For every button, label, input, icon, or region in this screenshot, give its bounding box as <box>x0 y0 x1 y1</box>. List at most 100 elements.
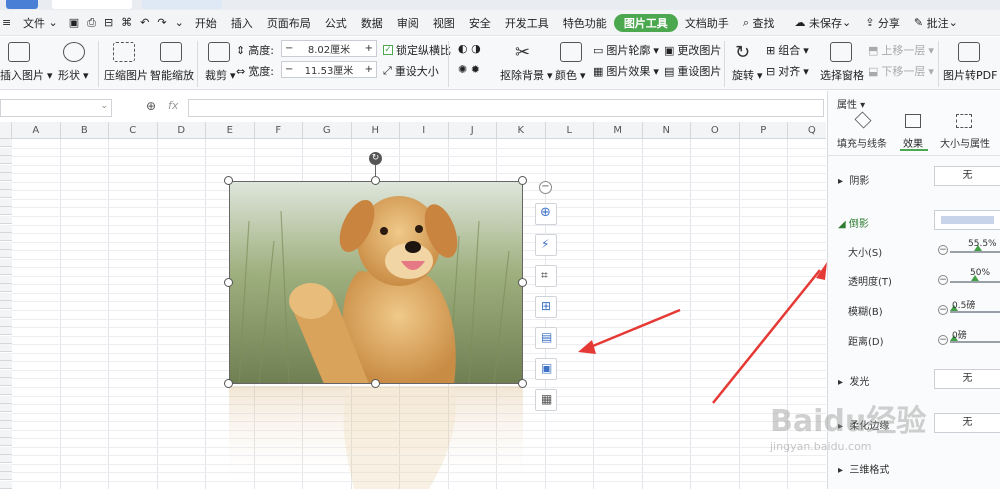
row-header[interactable] <box>0 292 12 301</box>
search-button[interactable]: ⌕ 查找 <box>736 10 782 36</box>
row-header[interactable] <box>0 181 12 190</box>
row-header[interactable] <box>0 429 12 438</box>
row-header[interactable] <box>0 369 12 378</box>
column-header[interactable]: B <box>60 122 109 139</box>
lock-ratio-checkbox[interactable]: ✓ 锁定纵横比 <box>383 42 451 58</box>
selection-pane-button[interactable]: 选择窗格 <box>820 67 864 83</box>
reset-size-button[interactable]: ⤢ 重设大小 <box>383 63 439 79</box>
row-header[interactable] <box>0 404 12 413</box>
row-header[interactable] <box>0 472 12 481</box>
row-header[interactable] <box>0 241 12 250</box>
row-header[interactable] <box>0 284 12 293</box>
smart-zoom-button[interactable]: 智能缩放 <box>150 67 194 83</box>
row-header[interactable] <box>0 361 12 370</box>
height-increase-button[interactable]: + <box>365 43 373 54</box>
document-tab[interactable] <box>52 0 132 9</box>
column-header[interactable]: J <box>448 122 497 139</box>
print-preview-icon[interactable]: ⎙ <box>83 10 100 36</box>
column-header[interactable]: Q <box>788 122 826 139</box>
menu-item-picture-tools[interactable]: 图片工具 <box>613 13 678 32</box>
column-header[interactable]: O <box>691 122 740 139</box>
tab-fill-line[interactable]: 填充与线条 <box>837 135 887 150</box>
row-header[interactable] <box>0 198 12 207</box>
resize-handle-se[interactable] <box>518 379 527 388</box>
height-stepper[interactable]: − 8.02厘米 + <box>281 40 377 57</box>
reflection-preset-select[interactable] <box>934 210 1000 230</box>
column-header[interactable]: A <box>12 122 61 139</box>
distance-slider-track[interactable] <box>950 341 1000 343</box>
color-button[interactable]: 颜色 ▾ <box>555 67 586 83</box>
save-icon[interactable]: ▣ <box>65 10 83 36</box>
resize-handle-n[interactable] <box>371 176 380 185</box>
unsaved-button[interactable]: ☁ 未保存 ⌄ <box>787 10 858 36</box>
row-header[interactable] <box>0 318 12 327</box>
soft-edge-select[interactable]: 无 <box>934 413 1000 433</box>
column-header[interactable]: L <box>545 122 594 139</box>
height-decrease-button[interactable]: − <box>285 43 293 54</box>
row-header[interactable] <box>0 344 12 353</box>
resize-handle-sw[interactable] <box>224 379 233 388</box>
row-header[interactable] <box>0 207 12 216</box>
row-header[interactable] <box>0 481 12 489</box>
zoom-picture-button[interactable]: ⊕ <box>535 203 557 225</box>
row-header[interactable] <box>0 412 12 421</box>
column-header[interactable]: M <box>594 122 643 139</box>
width-stepper[interactable]: − 11.53厘米 + <box>281 61 377 78</box>
column-header[interactable]: H <box>351 122 400 139</box>
width-increase-button[interactable]: + <box>365 64 373 75</box>
row-header[interactable] <box>0 190 12 199</box>
shape-button[interactable]: 形状 ▾ <box>58 67 89 83</box>
column-header[interactable]: C <box>109 122 158 139</box>
menu-item-view[interactable]: 视图 <box>426 10 462 36</box>
row-header[interactable] <box>0 310 12 318</box>
app-tab[interactable] <box>6 0 38 9</box>
row-header[interactable] <box>0 386 12 395</box>
dog-photo[interactable] <box>229 181 523 384</box>
select-all-corner[interactable] <box>0 122 12 139</box>
document-tab-active[interactable] <box>142 0 222 9</box>
picture-outline-button[interactable]: ▭ 图片轮廓 ▾ <box>593 42 659 58</box>
menu-file[interactable]: 文件 ⌄ <box>16 10 65 36</box>
row-header[interactable] <box>0 301 12 310</box>
column-header[interactable]: K <box>497 122 546 139</box>
resize-handle-nw[interactable] <box>224 176 233 185</box>
print-icon[interactable]: ⊟ <box>100 10 117 36</box>
three-d-section[interactable]: ▸ 三维格式 <box>838 461 889 476</box>
row-header[interactable] <box>0 463 12 472</box>
menu-item-home[interactable]: 开始 <box>188 10 224 36</box>
resize-handle-w[interactable] <box>224 278 233 287</box>
menu-icon[interactable]: ≡ <box>0 10 16 36</box>
comment-button[interactable]: ✎ 批注 ⌄ <box>907 10 965 36</box>
blur-slider-track[interactable] <box>950 311 1000 313</box>
row-header[interactable] <box>0 233 12 242</box>
row-header[interactable] <box>0 224 12 233</box>
size-decrease-button[interactable]: − <box>938 245 948 255</box>
menu-item-security[interactable]: 安全 <box>462 10 498 36</box>
move-down-button[interactable]: ⬓ 下移一层 ▾ <box>868 63 934 79</box>
column-header[interactable]: N <box>642 122 691 139</box>
column-header[interactable]: F <box>254 122 303 139</box>
width-decrease-button[interactable]: − <box>285 64 293 75</box>
glow-section[interactable]: ▸ 发光 <box>838 373 869 388</box>
row-header[interactable] <box>0 147 12 156</box>
shadow-select[interactable]: 无 <box>934 166 1000 186</box>
crop-button[interactable]: 裁剪 ▾ <box>205 67 236 83</box>
resize-handle-ne[interactable] <box>518 176 527 185</box>
more-float-button[interactable]: ▦ <box>535 389 557 411</box>
picture-to-text-button[interactable]: ▤ <box>535 327 557 349</box>
column-header[interactable]: D <box>157 122 206 139</box>
rotate-handle-icon[interactable]: ↻ <box>369 152 382 165</box>
format-painter-icon[interactable]: ⌘ <box>117 10 136 36</box>
move-up-button[interactable]: ⬒ 上移一层 ▾ <box>868 42 934 58</box>
collapse-toolbar-button[interactable]: − <box>539 181 552 194</box>
compress-float-button[interactable]: ⊞ <box>535 296 557 318</box>
menu-item-developer[interactable]: 开发工具 <box>498 10 556 36</box>
row-header[interactable] <box>0 438 12 447</box>
align-button[interactable]: ⊟ 对齐 ▾ <box>766 63 809 79</box>
redo-icon[interactable]: ↷ <box>153 10 170 36</box>
insert-picture-button[interactable]: 插入图片 ▾ <box>0 67 53 83</box>
menu-item-data[interactable]: 数据 <box>354 10 390 36</box>
row-header[interactable] <box>0 378 12 387</box>
menu-item-formula[interactable]: 公式 <box>318 10 354 36</box>
customize-icon[interactable]: ⌄ <box>171 10 188 36</box>
